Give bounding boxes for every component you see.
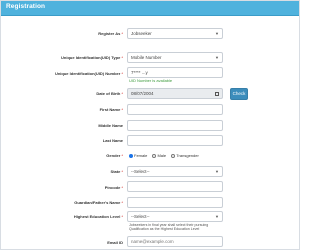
dob-input[interactable]: 08/07/2004: [127, 88, 223, 99]
uid-number-label: Unique Identification(UID) Number *: [54, 71, 123, 76]
education-label: Highest Education Level *: [73, 214, 123, 219]
guardian-name-label: Guardian/Father's Name *: [74, 200, 123, 205]
gender-radio-group: Female Male Transgender: [129, 153, 203, 159]
calendar-icon[interactable]: [215, 91, 219, 96]
panel-header: Registration: [1, 1, 299, 16]
register-as-select[interactable]: Jobseeker ▼: [127, 28, 223, 39]
chevron-down-icon: ▼: [215, 214, 219, 219]
gender-option-transgender[interactable]: Transgender: [171, 153, 199, 159]
gender-label: Gender *: [106, 153, 123, 158]
uid-type-label: Unique Identification(UID) Type *: [61, 55, 123, 60]
education-select[interactable]: --Select-- ▼: [127, 211, 223, 222]
email-field[interactable]: [127, 236, 223, 247]
last-name-label: Last Name: [102, 138, 123, 143]
dob-label: Date of Birth *: [96, 91, 123, 96]
state-label: State *: [110, 169, 123, 174]
uid-number-input[interactable]: 7**** ...y: [127, 67, 223, 78]
radio-icon[interactable]: [129, 153, 133, 158]
gender-option-female[interactable]: Female: [129, 153, 147, 159]
register-as-label: Register As *: [98, 31, 123, 36]
chevron-down-icon: ▼: [215, 55, 219, 60]
radio-icon[interactable]: [171, 153, 176, 158]
email-label: Email ID: [107, 240, 123, 245]
pincode-input[interactable]: [127, 181, 223, 192]
middle-name-input[interactable]: [127, 120, 223, 131]
uid-type-select[interactable]: Mobile Number ▼: [127, 52, 223, 63]
gender-option-male[interactable]: Male: [152, 153, 166, 159]
pincode-label: Pincode *: [104, 185, 123, 190]
registration-panel: Registration Register As * Jobseeker ▼ U…: [0, 0, 300, 250]
chevron-down-icon: ▼: [215, 169, 219, 174]
check-button[interactable]: Check: [230, 88, 248, 100]
education-hint: Jobseekers in final year shall select th…: [129, 223, 209, 232]
state-select[interactable]: --Select-- ▼: [127, 166, 223, 177]
chevron-down-icon: ▼: [215, 31, 219, 36]
first-name-input[interactable]: [127, 104, 223, 115]
panel-title: Registration: [6, 3, 46, 10]
radio-icon[interactable]: [152, 153, 157, 158]
guardian-name-input[interactable]: [127, 197, 223, 208]
middle-name-label: Middle Name: [98, 123, 123, 128]
last-name-input[interactable]: [127, 135, 223, 146]
uid-status-text: UID Number is available: [129, 78, 173, 83]
first-name-label: First Name *: [99, 107, 123, 112]
